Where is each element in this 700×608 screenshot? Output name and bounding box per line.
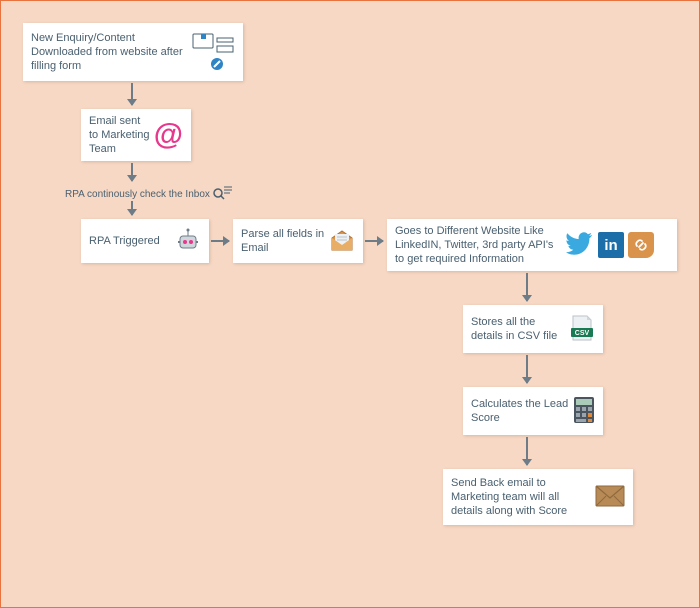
arrow-icon	[211, 240, 229, 242]
step-label: New Enquiry/Content Downloaded from webs…	[31, 31, 191, 74]
step-send-back: Send Back email to Marketing team will a…	[443, 469, 633, 525]
step-store-csv: Stores all the details in CSV file CSV	[463, 305, 603, 353]
step-label: Parse all fields in Email	[241, 227, 329, 256]
arrow-icon	[526, 273, 528, 301]
calculator-icon	[573, 396, 595, 427]
step-new-enquiry: New Enquiry/Content Downloaded from webs…	[23, 23, 243, 81]
arrow-icon	[526, 437, 528, 465]
arrow-icon	[131, 201, 133, 215]
step-label: Goes to Different Website Like LinkedIN,…	[395, 224, 564, 267]
envelope-open-icon	[329, 228, 355, 255]
step-label: RPA Triggered	[89, 234, 175, 248]
twitter-icon	[564, 231, 594, 260]
arrow-icon	[131, 83, 133, 105]
link-icon	[628, 232, 654, 258]
envelope-closed-icon	[595, 485, 625, 510]
step-rpa-triggered: RPA Triggered	[81, 219, 209, 263]
step-label: Send Back email to Marketing team will a…	[451, 476, 595, 519]
step-label: Email sent to Marketing Team	[89, 114, 154, 157]
svg-text:CSV: CSV	[575, 330, 590, 337]
step-goto-sites: Goes to Different Website Like LinkedIN,…	[387, 219, 677, 271]
arrow-icon	[526, 355, 528, 383]
form-icon	[191, 32, 235, 72]
csv-icon: CSV	[569, 314, 595, 345]
step-label: Stores all the details in CSV file	[471, 315, 569, 344]
arrow-icon	[365, 240, 383, 242]
arrow-icon	[131, 163, 133, 181]
search-icon	[213, 185, 233, 204]
robot-icon	[175, 228, 201, 255]
step-rpa-check: RPA continously check the Inbox	[65, 185, 233, 204]
step-email-sent: Email sent to Marketing Team @	[81, 109, 191, 161]
linkedin-icon: in	[598, 232, 624, 258]
step-parse-fields: Parse all fields in Email	[233, 219, 363, 263]
at-icon: @	[154, 118, 183, 152]
step-label: Calculates the Lead Score	[471, 397, 573, 426]
step-calc-score: Calculates the Lead Score	[463, 387, 603, 435]
step-label: RPA continously check the Inbox	[65, 189, 210, 200]
